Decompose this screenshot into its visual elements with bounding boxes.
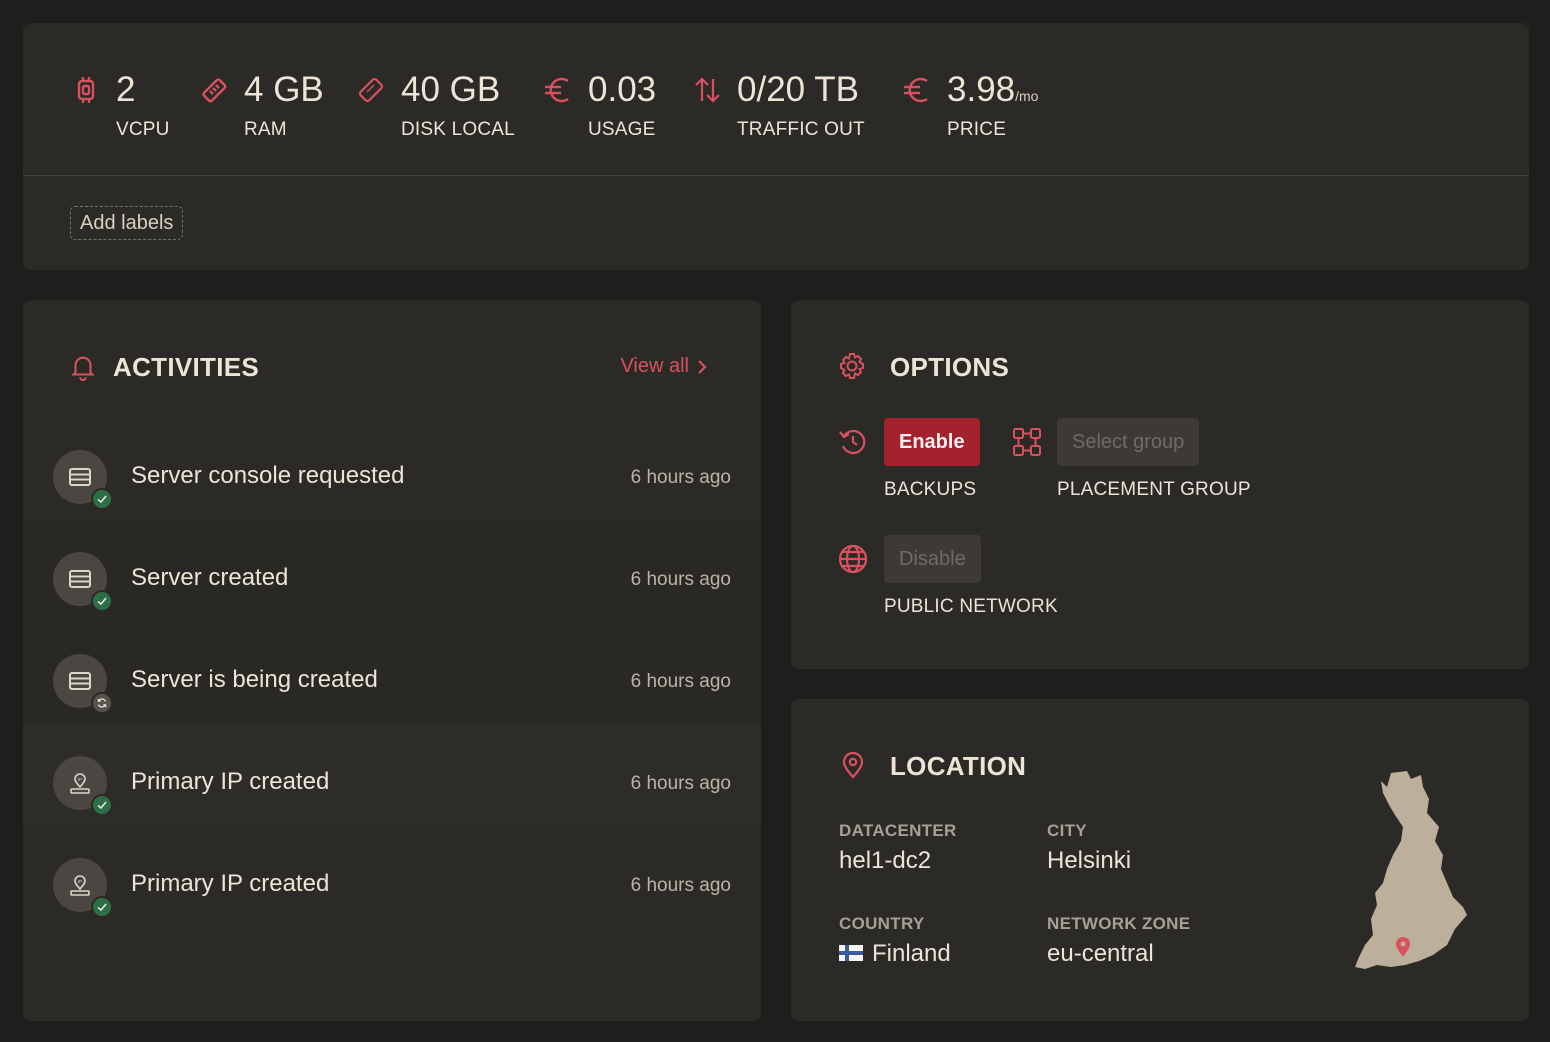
check-icon [91,794,113,816]
cpu-icon [71,75,101,105]
svg-text:IP: IP [78,879,82,884]
check-icon [91,590,113,612]
svg-text:IP: IP [78,777,82,782]
select-group-button[interactable]: Select group [1057,418,1200,466]
spec-value: 0/20 TB [737,70,859,109]
ram-icon [199,75,229,105]
activity-text: Server is being created [131,666,378,693]
options-title: OPTIONS [890,352,1010,382]
country-key: COUNTRY [839,914,925,933]
spec-label: PRICE [947,119,1007,140]
city-key: CITY [1047,821,1087,840]
placement-group-icon [1011,426,1043,458]
city-value: Helsinki [1047,847,1132,874]
server-specs-card: 2 VCPU 4 GB RAM 40 GB DISK LOCAL 0.03 US… [23,23,1529,270]
euro-icon [543,75,573,105]
spec-value: 4 GB [244,70,324,109]
options-card: OPTIONS Enable BACKUPS Select group PLAC… [791,300,1529,669]
add-labels-button[interactable]: Add labels [70,206,184,240]
disk-icon [356,75,386,105]
finland-map-shape [1355,771,1467,969]
gear-icon [837,351,867,381]
public-network-label: PUBLIC NETWORK [884,596,1058,617]
ip-address-icon: IP [53,858,113,918]
ip-address-icon: IP [53,756,113,816]
activity-time: 6 hours ago [630,671,731,692]
location-pin-icon [838,750,868,780]
network-zone-key: NETWORK ZONE [1047,914,1191,933]
euro-icon [902,75,932,105]
backups-label: BACKUPS [884,479,977,500]
activity-item[interactable]: Server is being created 6 hours ago [23,620,761,722]
divider [23,175,1529,176]
view-all-link[interactable]: View all [620,355,709,378]
activities-header: ACTIVITIES View all [23,300,761,434]
spec-value: 3.98/mo [947,70,1039,109]
sync-icon [91,692,113,714]
specs-row: 2 VCPU 4 GB RAM 40 GB DISK LOCAL 0.03 US… [23,23,1529,175]
disable-public-network-button[interactable]: Disable [884,535,981,583]
activity-text: Server created [131,564,289,591]
location-card: LOCATION DATACENTER hel1-dc2 CITY Helsin… [791,699,1529,1021]
datacenter-value: hel1-dc2 [839,847,932,874]
view-all-label: View all [620,355,689,377]
server-icon [53,450,113,510]
country-value: Finland [839,940,951,968]
chevron-right-icon [698,359,707,374]
location-title: LOCATION [890,751,1027,781]
spec-label: RAM [244,119,287,140]
traffic-icon [692,75,722,105]
datacenter-key: DATACENTER [839,821,957,840]
activity-item[interactable]: Server console requested 6 hours ago [23,416,761,518]
spec-label: USAGE [588,119,656,140]
activity-item[interactable]: IP Primary IP created 6 hours ago [23,824,761,926]
activity-item[interactable]: IP Primary IP created 6 hours ago [23,722,761,824]
finland-map [1355,771,1467,969]
server-icon [53,654,113,714]
check-icon [91,488,113,510]
activity-time: 6 hours ago [630,569,731,590]
activities-title: ACTIVITIES [113,352,260,382]
spec-label: TRAFFIC OUT [737,119,865,140]
activity-time: 6 hours ago [630,773,731,794]
enable-backups-button[interactable]: Enable [884,418,980,466]
spec-value: 0.03 [588,70,657,109]
activity-text: Primary IP created [131,870,330,897]
spec-value: 40 GB [401,70,501,109]
bell-icon [69,353,97,381]
activity-time: 6 hours ago [630,875,731,896]
globe-icon [837,543,869,575]
activities-card: ACTIVITIES View all Server console reque… [23,300,761,1021]
placement-group-label: PLACEMENT GROUP [1057,479,1251,500]
spec-label: VCPU [116,119,170,140]
spec-value: 2 [116,70,136,109]
activity-text: Server console requested [131,462,405,489]
check-icon [91,896,113,918]
history-icon [837,426,869,458]
activity-text: Primary IP created [131,768,330,795]
spec-label: DISK LOCAL [401,119,515,140]
finland-flag-icon [839,944,863,961]
server-icon [53,552,113,612]
activity-item[interactable]: Server created 6 hours ago [23,518,761,620]
activity-time: 6 hours ago [630,467,731,488]
network-zone-value: eu-central [1047,940,1154,967]
